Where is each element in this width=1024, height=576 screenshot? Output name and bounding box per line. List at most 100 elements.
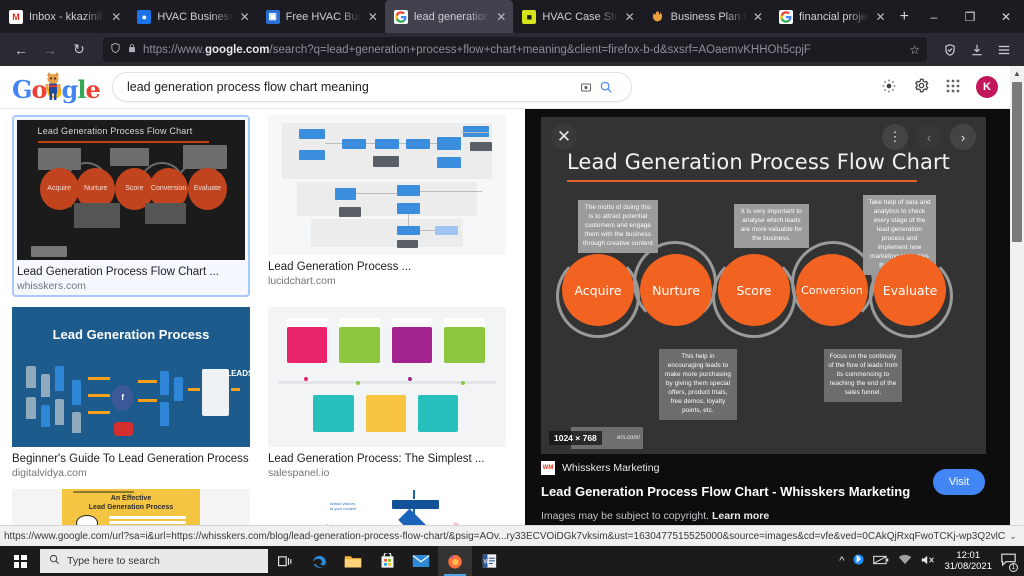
menu-icon[interactable] — [992, 38, 1016, 62]
browser-tab[interactable]: M Inbox - kkazinif@gm ✕ — [0, 0, 128, 33]
url-path: /search?q=lead+generation+process+flow+c… — [269, 43, 811, 56]
tab-title: financial projection — [798, 10, 870, 23]
shield-icon[interactable] — [938, 38, 962, 62]
volume-mute-icon[interactable] — [921, 554, 935, 569]
windows-start-icon[interactable] — [0, 546, 40, 576]
tab-title: HVAC Business Plan — [157, 10, 234, 23]
tab-close-icon[interactable]: ✕ — [111, 11, 121, 23]
image-dimensions-badge: 1024 × 768 — [549, 431, 602, 445]
edge-icon[interactable] — [302, 546, 336, 576]
task-view-icon[interactable] — [268, 546, 302, 576]
search-input[interactable]: lead generation process flow chart meani… — [127, 80, 577, 94]
image-result-card[interactable]: Lead Generation Process f LEAD Beginner'… — [12, 307, 250, 479]
search-icon[interactable] — [595, 80, 617, 94]
image-thumbnail[interactable]: Attract visitorsto your content Collect … — [268, 489, 506, 525]
browser-tab[interactable]: financial projection ✕ — [770, 0, 893, 33]
bookmark-star-icon[interactable]: ☆ — [909, 43, 920, 57]
battery-icon[interactable] — [873, 555, 889, 568]
window-maximize-button[interactable]: ❐ — [952, 0, 988, 33]
browser-tab[interactable]: ■ HVAC Case Study: In ✕ — [513, 0, 641, 33]
bluetooth-icon[interactable] — [853, 553, 865, 569]
scrollbar-thumb[interactable] — [1012, 82, 1022, 242]
google-doodle-logo[interactable]: Google — [12, 71, 101, 104]
image-result-card[interactable]: An Effective Lead Generation Process — [12, 489, 250, 525]
microsoft-store-icon[interactable] — [370, 546, 404, 576]
image-result-card[interactable]: Lead Generation Process: The Simplest ..… — [268, 307, 506, 479]
svg-text:W: W — [483, 560, 489, 566]
preview-info: WM Whisskers Marketing Lead Generation P… — [541, 461, 1003, 522]
download-icon[interactable] — [965, 38, 989, 62]
notifications-icon[interactable]: 1 — [1001, 553, 1018, 572]
google-search-header: Google lead generation process flow char… — [0, 66, 1024, 109]
window-minimize-button[interactable]: – — [916, 0, 952, 33]
file-explorer-icon[interactable] — [336, 546, 370, 576]
image-thumbnail[interactable]: Lead Generation Process f LEAD — [12, 307, 250, 447]
image-result-card[interactable]: Attract visitorsto your content Collect … — [268, 489, 506, 525]
result-title[interactable]: Lead Generation Process: The Simplest ..… — [268, 453, 506, 465]
more-options-icon[interactable]: ⋮ — [882, 124, 908, 150]
forward-button[interactable]: → — [37, 38, 63, 62]
close-icon[interactable]: ✕ — [551, 124, 577, 150]
wifi-icon[interactable] — [898, 554, 912, 568]
next-image-icon[interactable]: › — [950, 124, 976, 150]
chevron-up-icon[interactable]: ^ — [839, 555, 844, 567]
facebook-icon: f — [111, 385, 134, 411]
result-title[interactable]: Lead Generation Process ... — [268, 261, 506, 273]
browser-navigation-bar: ← → ↻ https://www.google.com/search?q=le… — [0, 33, 1024, 66]
tab-close-icon[interactable]: ✕ — [875, 11, 885, 23]
preview-image[interactable]: ✕ ⋮ ‹ › Lead Generation Process Flow Cha… — [541, 117, 986, 454]
image-thumbnail[interactable] — [268, 307, 506, 447]
taskbar-clock[interactable]: 12:01 31/08/2021 — [944, 550, 992, 573]
taskbar-search-input[interactable]: Type here to search — [67, 555, 160, 567]
google-apps-icon[interactable] — [944, 79, 962, 96]
learn-more-link[interactable]: Learn more — [712, 510, 769, 522]
camera-icon[interactable] — [577, 81, 595, 93]
tab-close-icon[interactable]: ✕ — [368, 11, 378, 23]
avatar[interactable]: K — [976, 76, 998, 98]
taskbar-search-box[interactable]: Type here to search — [40, 549, 268, 573]
image-thumbnail[interactable]: Lead Generation Process Flow Chart Acqui… — [17, 120, 245, 260]
image-thumbnail[interactable] — [268, 115, 506, 255]
url-domain: google.com — [205, 43, 270, 56]
colored-tags-artwork — [268, 307, 506, 447]
blue-flowchart-artwork: Attract visitorsto your content Collect … — [268, 489, 506, 525]
browser-tab-active[interactable]: lead generation proc ✕ — [384, 0, 514, 33]
image-result-card-selected[interactable]: Lead Generation Process Flow Chart Acqui… — [12, 115, 250, 297]
page-scrollbar[interactable]: ▲ — [1010, 66, 1024, 525]
preview-note-score: It is very important to analyse which le… — [734, 204, 809, 248]
browser-tab[interactable]: ● HVAC Business Plan ✕ — [128, 0, 256, 33]
scroll-up-arrow-icon[interactable]: ▲ — [1010, 66, 1024, 80]
browser-tab[interactable]: ▣ Free HVAC Business ✕ — [257, 0, 385, 33]
firefox-icon[interactable] — [438, 546, 472, 576]
mail-icon[interactable] — [404, 546, 438, 576]
tab-close-icon[interactable]: ✕ — [753, 11, 763, 23]
clock-date: 31/08/2021 — [944, 561, 992, 572]
settings-gear-icon[interactable] — [912, 78, 930, 96]
tab-close-icon[interactable]: ✕ — [240, 11, 250, 23]
favicon-text: WM — [542, 465, 554, 471]
tab-close-icon[interactable]: ✕ — [496, 11, 506, 23]
image-results-grid: Lead Generation Process Flow Chart Acqui… — [0, 109, 525, 525]
result-source: lucidchart.com — [268, 275, 336, 287]
stage-circle-conversion: Conversion — [796, 254, 868, 326]
browser-tab[interactable]: Business Plan for an ✕ — [642, 0, 770, 33]
visit-button[interactable]: Visit — [933, 469, 985, 495]
word-icon[interactable]: W — [472, 546, 506, 576]
result-title[interactable]: Beginner's Guide To Lead Generation Proc… — [12, 453, 250, 465]
brightness-icon[interactable] — [880, 79, 898, 96]
windows-taskbar: Type here to search W ^ 12:01 31/08/2021… — [0, 546, 1024, 576]
back-button[interactable]: ← — [8, 38, 34, 62]
chevron-down-icon[interactable]: ⌄ — [1006, 531, 1020, 542]
artwork-title: An Effective Lead Generation Process — [88, 494, 174, 512]
previous-image-icon[interactable]: ‹ — [916, 124, 942, 150]
window-close-button[interactable]: ✕ — [988, 0, 1024, 33]
image-result-card[interactable]: Lead Generation Process ... lucidchart.c… — [268, 115, 506, 297]
search-box[interactable]: lead generation process flow chart meani… — [112, 72, 632, 102]
artwork-note — [110, 148, 150, 167]
address-bar[interactable]: https://www.google.com/search?q=lead+gen… — [103, 37, 927, 62]
image-thumbnail[interactable]: An Effective Lead Generation Process — [12, 489, 250, 525]
new-tab-button[interactable]: + — [893, 0, 916, 33]
result-title[interactable]: Lead Generation Process Flow Chart ... — [17, 266, 245, 278]
tab-close-icon[interactable]: ✕ — [625, 11, 635, 23]
reload-button[interactable]: ↻ — [66, 38, 92, 62]
